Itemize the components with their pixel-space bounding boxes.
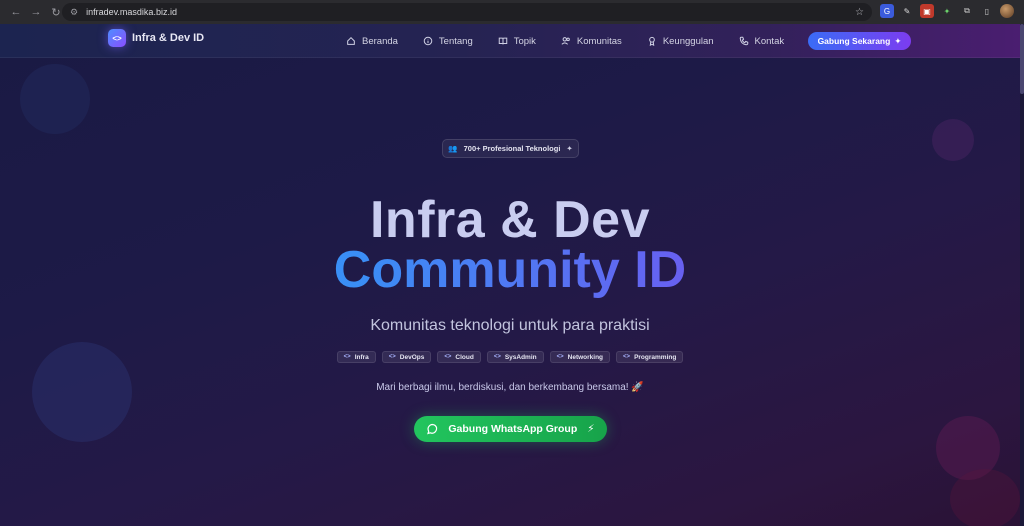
- topic-tag: <> Programming: [616, 351, 684, 363]
- hero-tagline: Mari berbagi ilmu, berdiskusi, dan berke…: [376, 382, 644, 393]
- topic-tags: <> Infra <> DevOps <> Cloud <> SysAdmin <> Ne…: [0, 351, 1020, 363]
- join-now-label: Gabung Sekarang: [817, 36, 891, 46]
- topic-tag: <> Cloud: [437, 351, 481, 363]
- code-icon: <>: [388, 354, 396, 360]
- red-extension-icon[interactable]: ▣: [920, 4, 934, 18]
- nav-item-label: Kontak: [754, 35, 785, 47]
- more-menu-icon[interactable]: ⋮: [1020, 4, 1024, 18]
- profile-avatar[interactable]: [1000, 4, 1014, 18]
- green-extension-icon[interactable]: ✦: [940, 4, 954, 18]
- translate-extension-icon[interactable]: G: [880, 4, 894, 18]
- site-settings-icon[interactable]: ⚙: [70, 7, 78, 18]
- topic-tag: <> Networking: [549, 351, 611, 363]
- bookmark-star-icon[interactable]: ☆: [855, 7, 864, 18]
- topic-tag: <> SysAdmin: [486, 351, 544, 363]
- nav-item-label: Topik: [513, 35, 536, 47]
- nav-item-label: Keunggulan: [662, 35, 714, 47]
- join-now-button[interactable]: Gabung Sekarang ✦: [808, 32, 911, 50]
- extensions-area: G ✎ ▣ ✦ ⧉ ▯ ⋮: [880, 4, 1024, 18]
- home-icon: [347, 36, 355, 45]
- sparkle-icon: ✦: [566, 144, 573, 153]
- book-icon: [498, 37, 507, 45]
- whatsapp-icon: [427, 423, 438, 435]
- badge-text: 700+ Profesional Teknologi: [463, 144, 561, 153]
- hero-subtitle: Komunitas teknologi untuk para praktisi: [370, 317, 650, 334]
- code-icon: <>: [343, 354, 351, 360]
- landing-page: <> Infra & Dev ID Beranda Tentang Topik …: [0, 24, 1020, 526]
- join-whatsapp-button[interactable]: Gabung WhatsApp Group ⚡: [414, 416, 607, 442]
- nav-item-label: Tentang: [438, 35, 473, 47]
- member-count-badge: 👥 700+ Profesional Teknologi ✦: [442, 139, 579, 158]
- nav-item-label: Beranda: [362, 35, 398, 47]
- hero-title-line1: Infra & Dev: [369, 191, 651, 249]
- tag-label: DevOps: [399, 353, 425, 361]
- back-icon[interactable]: ←: [8, 4, 24, 20]
- phone-icon: [739, 36, 748, 46]
- hero-title-line2: Community ID: [0, 242, 1020, 298]
- nav-item-tentang[interactable]: Tentang: [423, 36, 473, 47]
- nav-menu: Beranda Tentang Topik Komunitas Keunggul…: [346, 24, 809, 58]
- topic-tag: <> DevOps: [381, 351, 432, 363]
- nav-item-komunitas[interactable]: Komunitas: [561, 36, 622, 47]
- users-icon: [561, 37, 570, 45]
- nav-item-keunggulan[interactable]: Keunggulan: [647, 36, 714, 47]
- decor-blob: [932, 119, 974, 161]
- code-icon: <>: [444, 354, 452, 360]
- tag-label: Programming: [634, 353, 677, 361]
- site-navbar: <> Infra & Dev ID Beranda Tentang Topik …: [0, 24, 1020, 58]
- puzzle-extensions-icon[interactable]: ⧉: [960, 4, 974, 18]
- sparkle-icon: ✦: [894, 35, 902, 46]
- nav-item-topik[interactable]: Topik: [498, 36, 536, 47]
- code-brackets-icon: <>: [108, 29, 126, 47]
- sidebar-panel-icon[interactable]: ▯: [980, 4, 994, 18]
- tag-label: SysAdmin: [504, 353, 537, 361]
- nav-item-kontak[interactable]: Kontak: [739, 35, 785, 47]
- scrollbar-thumb[interactable]: [1020, 24, 1024, 94]
- info-icon: [423, 36, 433, 46]
- eyedropper-extension-icon[interactable]: ✎: [900, 4, 914, 18]
- tag-label: Infra: [354, 353, 369, 361]
- code-icon: <>: [556, 354, 564, 360]
- forward-icon[interactable]: →: [28, 4, 44, 20]
- lightning-icon: ⚡: [587, 423, 595, 435]
- address-url: infradev.masdika.biz.id: [86, 7, 177, 17]
- brand-logo-link[interactable]: <> Infra & Dev ID: [108, 29, 204, 47]
- nav-item-label: Komunitas: [576, 35, 622, 47]
- address-bar[interactable]: ⚙ infradev.masdika.biz.id ☆: [62, 3, 872, 21]
- topic-tag: <> Infra: [336, 351, 376, 363]
- code-icon: <>: [493, 354, 501, 360]
- nav-item-beranda[interactable]: Beranda: [346, 36, 398, 47]
- award-icon: [648, 36, 655, 46]
- brand-name: Infra & Dev ID: [132, 32, 205, 44]
- decor-blob: [20, 64, 90, 134]
- browser-toolbar: ← → ↻ ⚙ infradev.masdika.biz.id ☆ G ✎ ▣ …: [0, 0, 1024, 24]
- tag-label: Cloud: [455, 353, 474, 361]
- join-whatsapp-label: Gabung WhatsApp Group: [448, 423, 578, 435]
- tag-label: Networking: [567, 353, 604, 361]
- decor-blob: [950, 469, 1020, 526]
- users-icon: 👥: [448, 144, 458, 153]
- page-scrollbar[interactable]: [1020, 24, 1024, 526]
- code-icon: <>: [623, 354, 631, 360]
